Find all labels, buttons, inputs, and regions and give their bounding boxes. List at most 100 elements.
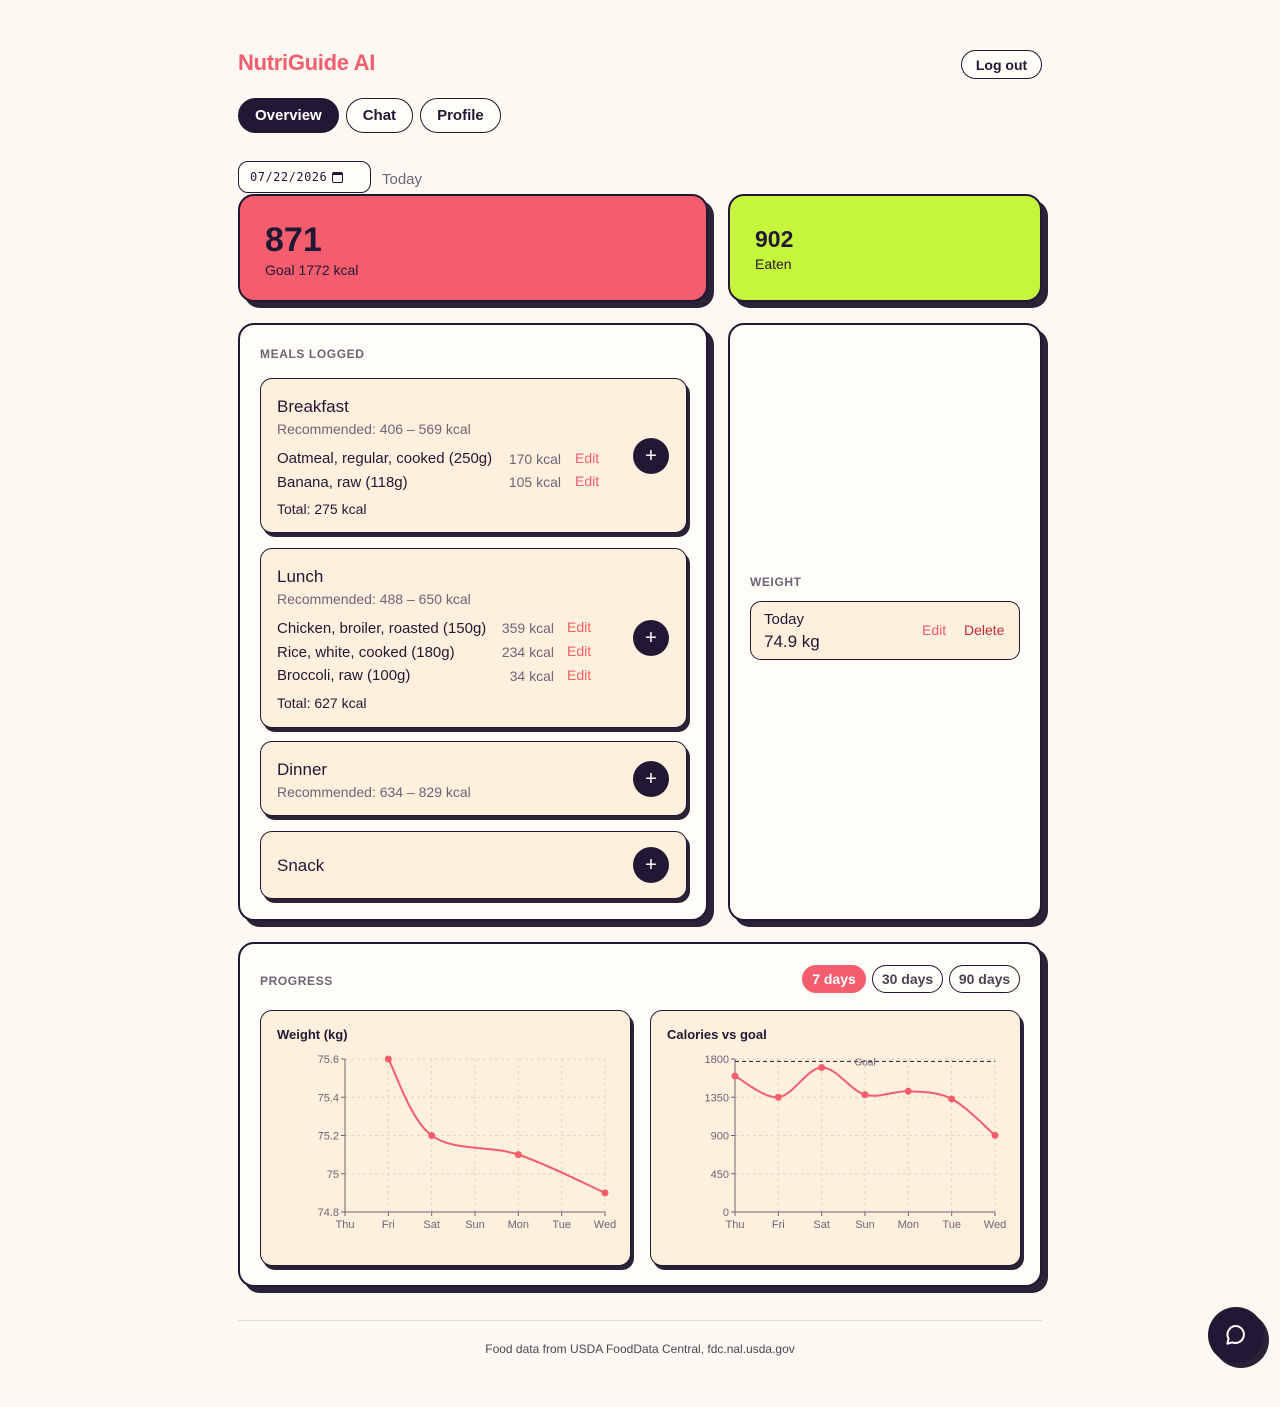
y-tick-label: 450	[711, 1169, 729, 1181]
chat-bubble-icon	[1226, 1324, 1245, 1345]
calorie-goal-label: Goal 1772 kcal	[265, 262, 359, 278]
goal-label: Goal	[854, 1057, 875, 1068]
x-tick-label: Wed	[594, 1219, 616, 1231]
meal-name: Breakfast	[277, 397, 349, 416]
data-point	[514, 1151, 522, 1159]
data-point	[428, 1132, 436, 1139]
date-input[interactable]: 07/22/2026	[238, 161, 371, 193]
food-kcal: 234 kcal	[501, 644, 554, 660]
x-tick-label: Tue	[942, 1219, 961, 1231]
date-label: Today	[382, 170, 423, 188]
add-lunch-button[interactable]: +	[633, 620, 669, 656]
data-point	[861, 1091, 869, 1099]
x-tick-label: Sat	[813, 1219, 830, 1231]
range-30-days-button[interactable]: 30 days	[872, 965, 943, 993]
y-tick-label: 75.4	[318, 1092, 339, 1104]
weight-delete-link[interactable]: Delete	[964, 622, 1004, 638]
data-point	[601, 1189, 609, 1197]
food-kcal: 359 kcal	[501, 620, 554, 636]
calories-remaining-card: 871 Goal 1772 kcal	[238, 194, 708, 302]
y-tick-label: 0	[723, 1207, 729, 1219]
date-row: 07/22/2026 Today	[238, 161, 422, 193]
y-tick-label: 75.6	[318, 1054, 339, 1066]
x-tick-label: Fri	[382, 1219, 395, 1231]
calories-chart-svg: 0 450 900 1350 1800 Thu Fri Sat Sun Mon Tue Wed Goal	[705, 1054, 1007, 1231]
series-line	[387, 1058, 606, 1194]
food-edit-link[interactable]: Edit	[567, 667, 591, 683]
meal-name: Snack	[277, 856, 325, 875]
weight-entry: Today 74.9 kg Edit Delete	[750, 601, 1020, 660]
calendar-icon[interactable]	[332, 171, 344, 183]
data-point	[818, 1064, 826, 1071]
progress-title: PROGRESS	[260, 974, 333, 988]
food-item: Rice, white, cooked (180g)	[277, 644, 455, 661]
meal-dinner: Dinner Recommended: 634 – 829 kcal +	[260, 741, 687, 816]
x-tick-label: Mon	[508, 1219, 529, 1231]
y-tick-label: 1800	[705, 1054, 729, 1066]
calories-eaten-value: 902	[755, 226, 794, 252]
meals-title: MEALS LOGGED	[260, 347, 365, 361]
x-tick-label: Mon	[898, 1219, 919, 1231]
tab-overview[interactable]: Overview	[238, 98, 339, 133]
weight-card: WEIGHT Today 74.9 kg Edit Delete	[728, 323, 1042, 921]
data-point	[731, 1072, 739, 1080]
range-7-days-button[interactable]: 7 days	[802, 965, 866, 993]
calories-eaten-card: 902 Eaten	[728, 194, 1042, 302]
y-tick-label: 1350	[705, 1092, 729, 1104]
y-tick-label: 75.2	[318, 1131, 339, 1143]
meal-total: Total: 275 kcal	[277, 501, 367, 517]
meals-card: MEALS LOGGED Breakfast Recommended: 406 …	[238, 323, 708, 921]
add-dinner-button[interactable]: +	[633, 761, 669, 797]
weight-entry-value: 74.9 kg	[764, 632, 820, 651]
x-tick-label: Sat	[423, 1219, 440, 1231]
x-tick-label: Fri	[772, 1219, 785, 1231]
add-breakfast-button[interactable]: +	[633, 438, 669, 474]
footer-divider	[238, 1320, 1042, 1321]
meal-breakfast: Breakfast Recommended: 406 – 569 kcal Oa…	[260, 378, 687, 533]
logout-button[interactable]: Log out	[961, 50, 1042, 79]
weight-chart: Weight (kg) 74.8 75 75.2 75.4 75.6 Thu Fri Sat S…	[260, 1010, 631, 1266]
add-snack-button[interactable]: +	[633, 847, 669, 883]
meal-lunch: Lunch Recommended: 488 – 650 kcal Chicke…	[260, 548, 687, 728]
calories-chart: Calories vs goal 0 450 900 1350 1800 Thu Fri Sa…	[650, 1010, 1021, 1266]
weight-title: WEIGHT	[750, 575, 802, 589]
x-tick-label: Thu	[336, 1219, 355, 1231]
weight-chart-svg: 74.8 75 75.2 75.4 75.6 Thu Fri Sat Sun Mon Tue Wed	[318, 1054, 617, 1231]
footer-attribution: Food data from USDA FoodData Central, fd…	[485, 1342, 795, 1356]
food-item: Oatmeal, regular, cooked (250g)	[277, 450, 493, 467]
tab-chat[interactable]: Chat	[345, 98, 414, 133]
food-item: Banana, raw (118g)	[277, 474, 408, 491]
food-edit-link[interactable]: Edit	[567, 619, 591, 635]
brand-logo: NutriGuide AI	[238, 50, 376, 75]
meal-name: Dinner	[277, 760, 328, 779]
meal-name: Lunch	[277, 567, 324, 586]
x-tick-label: Wed	[984, 1219, 1006, 1231]
meal-total: Total: 627 kcal	[277, 695, 367, 711]
range-90-days-button[interactable]: 90 days	[949, 965, 1020, 993]
date-value: 07/22/2026	[250, 170, 328, 184]
y-tick-label: 74.8	[318, 1207, 339, 1219]
data-point	[904, 1087, 912, 1095]
data-point	[774, 1093, 782, 1101]
food-kcal: 34 kcal	[509, 668, 554, 684]
data-point	[384, 1055, 392, 1063]
data-point	[948, 1095, 956, 1103]
calories-eaten-label: Eaten	[755, 256, 792, 272]
x-tick-label: Sun	[465, 1219, 485, 1231]
progress-card: PROGRESS 7 days 30 days 90 days Weight (…	[238, 942, 1042, 1287]
food-kcal: 170 kcal	[508, 451, 561, 467]
food-kcal: 105 kcal	[508, 474, 561, 490]
chat-fab-button[interactable]	[1208, 1307, 1264, 1363]
meal-recommended: Recommended: 634 – 829 kcal	[277, 784, 471, 800]
x-tick-label: Tue	[552, 1219, 571, 1231]
food-edit-link[interactable]: Edit	[567, 643, 591, 659]
food-edit-link[interactable]: Edit	[575, 450, 599, 466]
weight-edit-link[interactable]: Edit	[922, 622, 946, 638]
x-tick-label: Sun	[855, 1219, 875, 1231]
tab-profile[interactable]: Profile	[420, 98, 501, 133]
weight-entry-day: Today	[764, 611, 805, 628]
calories-remaining-value: 871	[265, 221, 322, 259]
food-item: Broccoli, raw (100g)	[277, 667, 411, 684]
data-point	[991, 1131, 999, 1139]
food-edit-link[interactable]: Edit	[575, 473, 599, 489]
